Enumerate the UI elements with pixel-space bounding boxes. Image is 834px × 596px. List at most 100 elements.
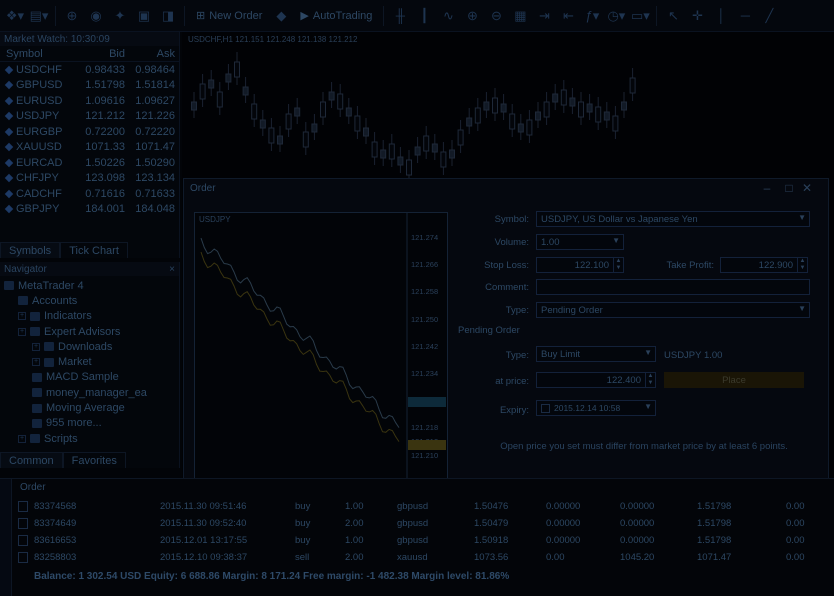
spinner-icon[interactable]: ▲ ▼ xyxy=(645,373,655,387)
cell-price: 1.50918 xyxy=(474,535,509,546)
bar-chart-icon[interactable]: ╫ xyxy=(389,5,411,27)
templates-icon[interactable]: ▭▾ xyxy=(629,5,651,27)
market-watch-row[interactable]: EURUSD 1.09616 1.09627 xyxy=(0,93,179,109)
market-watch-row[interactable]: EURCAD 1.50226 1.50290 xyxy=(0,155,179,171)
new-order-button[interactable]: ⊞ New Order xyxy=(190,5,268,27)
cell-symbol: gbpusd xyxy=(397,535,429,546)
zoom-in-icon[interactable]: ⊕ xyxy=(461,5,483,27)
tab-tick-chart[interactable]: Tick Chart xyxy=(60,242,128,258)
metaeditor-icon[interactable]: ◆ xyxy=(270,5,292,27)
line-chart-icon[interactable]: ∿ xyxy=(437,5,459,27)
toolbar-separator xyxy=(383,5,385,26)
market-watch-row[interactable]: USDCHF 0.98433 0.98464 xyxy=(0,62,179,78)
navigator-item[interactable]: MetaTrader 4 xyxy=(0,278,179,293)
market-watch-row[interactable]: GBPJPY 184.001 184.048 xyxy=(0,202,179,218)
table-row[interactable]: 83374568 2015.11.30 09:51:46 buy 1.00 gbpusd… xyxy=(0,500,834,515)
tab-common[interactable]: Common xyxy=(0,452,63,468)
volume-select[interactable]: 1.00 ▼ xyxy=(536,234,624,250)
candle-body xyxy=(629,77,636,94)
table-row[interactable]: 83616653 2015.12.01 13:17:55 buy 1.00 gbpusd… xyxy=(0,534,834,549)
market-watch-row[interactable]: CHFJPY 123.098 123.134 xyxy=(0,171,179,187)
profiles-icon[interactable]: ❖▾ xyxy=(4,5,26,27)
minimize-icon[interactable]: – xyxy=(758,181,776,195)
trendline-icon[interactable]: ╱ xyxy=(758,5,780,27)
stop-loss-input[interactable]: 122.100 ▲ ▼ xyxy=(536,257,624,273)
comment-input[interactable] xyxy=(536,279,810,295)
navigator-item[interactable]: + Indicators xyxy=(0,309,179,324)
pending-type-select[interactable]: Buy Limit ▼ xyxy=(536,346,656,362)
expiry-checkbox[interactable] xyxy=(541,403,550,413)
folder-icon xyxy=(32,372,42,382)
type-select[interactable]: Pending Order ▼ xyxy=(536,302,810,318)
vertical-line-icon[interactable]: │ xyxy=(710,5,732,27)
market-watch-row[interactable]: EURGBP 0.72200 0.72220 xyxy=(0,124,179,140)
expand-icon[interactable]: + xyxy=(32,358,40,367)
bid-cell: 1.51798 xyxy=(85,79,125,92)
candle-body xyxy=(191,101,197,111)
expand-icon[interactable]: + xyxy=(18,327,26,336)
folder-icon xyxy=(44,357,54,367)
data-window-icon[interactable]: ◉ xyxy=(85,5,107,27)
navigator-item-label: Moving Average xyxy=(46,402,125,415)
symbol-name: CADCHF xyxy=(16,187,62,200)
tab-favorites[interactable]: Favorites xyxy=(62,452,126,468)
spinner-icon[interactable]: ▲ ▼ xyxy=(797,258,807,272)
col-bid[interactable]: Bid xyxy=(70,48,125,60)
terminal-icon[interactable]: ▣ xyxy=(133,5,155,27)
autoscroll-icon[interactable]: ⇥ xyxy=(533,5,555,27)
candle-chart-icon[interactable]: ┃ xyxy=(413,5,435,27)
cursor-icon[interactable]: ↖ xyxy=(662,5,684,27)
symbol-select[interactable]: USDJPY, US Dollar vs Japanese Yen ▼ xyxy=(536,211,810,227)
table-row[interactable]: 83374649 2015.11.30 09:52:40 buy 2.00 gbpusd… xyxy=(0,517,834,532)
ask-cell: 123.134 xyxy=(135,172,175,185)
col-ask[interactable]: Ask xyxy=(125,48,177,60)
close-icon[interactable]: × xyxy=(169,264,175,275)
price-marker xyxy=(408,440,446,450)
navigator-item[interactable]: Moving Average xyxy=(0,400,179,415)
navigator-item[interactable]: + Market xyxy=(0,354,179,369)
tab-symbols[interactable]: Symbols xyxy=(0,242,61,258)
symbol-cell: GBPJPY xyxy=(0,203,70,215)
navigator-item[interactable]: + Scripts xyxy=(0,431,179,446)
market-watch-row[interactable]: CADCHF 0.71616 0.71633 xyxy=(0,186,179,202)
col-symbol[interactable]: Symbol xyxy=(0,48,70,60)
tester-icon[interactable]: ◨ xyxy=(157,5,179,27)
expand-icon[interactable]: + xyxy=(32,342,40,351)
bid-cell: 1071.33 xyxy=(85,141,125,154)
expand-icon[interactable]: + xyxy=(18,434,26,443)
indicators-icon[interactable]: ƒ▾ xyxy=(581,5,603,27)
navigator-item[interactable]: 955 more... xyxy=(0,416,179,431)
navigator-item[interactable]: MACD Sample xyxy=(0,370,179,385)
table-row[interactable]: 83258803 2015.12.10 09:38:37 sell 2.00 xauus… xyxy=(0,551,834,566)
zoom-out-icon[interactable]: ⊖ xyxy=(485,5,507,27)
expand-icon[interactable]: + xyxy=(18,312,26,321)
price-input[interactable]: 122.400 ▲ ▼ xyxy=(536,372,656,388)
market-watch-icon[interactable]: ⊕ xyxy=(61,5,83,27)
autotrading-button[interactable]: ▶ AutoTrading xyxy=(294,5,378,27)
spinner-icon[interactable]: ▲ ▼ xyxy=(613,258,623,272)
horizontal-line-icon[interactable]: ─ xyxy=(734,5,756,27)
chart-shift-icon[interactable]: ⇤ xyxy=(557,5,579,27)
candle-body xyxy=(208,79,215,89)
navigator-item[interactable]: money_manager_ea xyxy=(0,385,179,400)
crosshair-icon[interactable]: ✛ xyxy=(686,5,708,27)
new-chart-icon[interactable]: ▤▾ xyxy=(28,5,50,27)
periods-icon[interactable]: ◷▾ xyxy=(605,5,627,27)
navigator-icon[interactable]: ✦ xyxy=(109,5,131,27)
navigator-item[interactable]: + Expert Advisors xyxy=(0,324,179,339)
market-watch-row[interactable]: USDJPY 121.212 121.226 xyxy=(0,109,179,125)
folder-icon xyxy=(18,296,28,306)
candle-body xyxy=(578,101,584,118)
close-icon[interactable]: ✕ xyxy=(798,181,816,195)
tile-windows-icon[interactable]: ▦ xyxy=(509,5,531,27)
market-watch-row[interactable]: GBPUSD 1.51798 1.51814 xyxy=(0,78,179,94)
expiry-input[interactable]: 2015.12.14 10:58 ▼ xyxy=(536,400,656,416)
navigator-item[interactable]: + Downloads xyxy=(0,339,179,354)
balance-text: Balance: 1 302.54 USD Equity: 6 688.86 M… xyxy=(34,571,510,582)
navigator-item-label: 955 more... xyxy=(46,417,102,430)
market-watch-row[interactable]: XAUUSD 1071.33 1071.47 xyxy=(0,140,179,156)
maximize-icon[interactable]: □ xyxy=(780,181,798,195)
take-profit-input[interactable]: 122.900 ▲ ▼ xyxy=(720,257,808,273)
place-button[interactable]: Place xyxy=(664,372,804,388)
navigator-item[interactable]: Accounts xyxy=(0,293,179,308)
